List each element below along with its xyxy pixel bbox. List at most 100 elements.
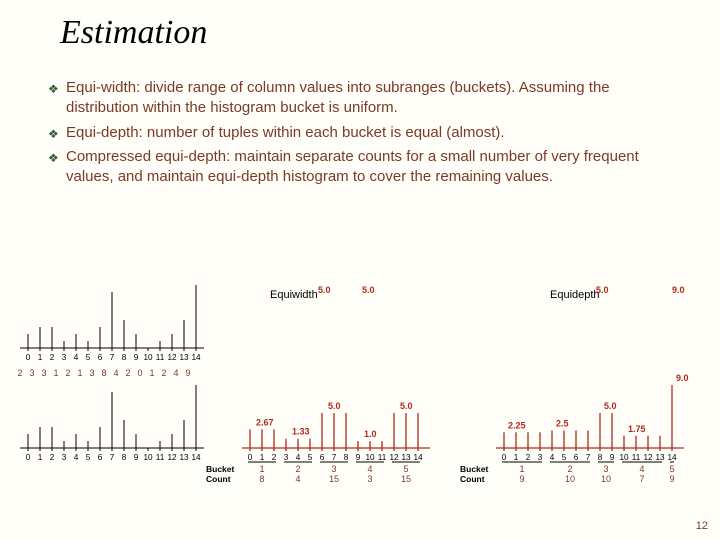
svg-text:12: 12 bbox=[643, 453, 653, 462]
svg-text:5: 5 bbox=[86, 353, 91, 362]
svg-text:5.0: 5.0 bbox=[318, 285, 331, 295]
svg-text:2: 2 bbox=[567, 464, 572, 474]
svg-text:7: 7 bbox=[332, 453, 337, 462]
svg-text:0: 0 bbox=[502, 453, 507, 462]
svg-text:8: 8 bbox=[259, 474, 264, 484]
svg-text:7: 7 bbox=[586, 453, 591, 462]
svg-text:5: 5 bbox=[403, 464, 408, 474]
svg-text:9: 9 bbox=[669, 474, 674, 484]
svg-text:5.0: 5.0 bbox=[362, 285, 375, 295]
bullet-icon: ❖ bbox=[48, 150, 66, 166]
svg-text:11: 11 bbox=[378, 453, 387, 462]
svg-text:11: 11 bbox=[156, 453, 165, 462]
page-title: Estimation bbox=[60, 14, 207, 52]
svg-text:4: 4 bbox=[296, 453, 301, 462]
svg-text:8: 8 bbox=[122, 453, 127, 462]
svg-text:6: 6 bbox=[320, 453, 325, 462]
svg-text:Count: Count bbox=[206, 474, 231, 484]
bullet-item: ❖ Compressed equi-depth: maintain separa… bbox=[48, 147, 668, 188]
svg-text:2.67: 2.67 bbox=[256, 417, 274, 427]
bullet-item: ❖ Equi-width: divide range of column val… bbox=[48, 78, 668, 119]
svg-text:1.33: 1.33 bbox=[292, 427, 310, 437]
svg-text:Equiwidth: Equiwidth bbox=[270, 289, 318, 301]
svg-text:2: 2 bbox=[50, 353, 55, 362]
body-text: ❖ Equi-width: divide range of column val… bbox=[48, 78, 668, 191]
page-number: 12 bbox=[696, 520, 708, 532]
svg-text:8: 8 bbox=[101, 368, 106, 378]
svg-text:2: 2 bbox=[161, 368, 166, 378]
svg-text:10: 10 bbox=[143, 353, 153, 362]
svg-text:3: 3 bbox=[603, 464, 608, 474]
svg-text:9.0: 9.0 bbox=[672, 285, 685, 295]
svg-text:1.0: 1.0 bbox=[364, 429, 377, 439]
svg-text:5.0: 5.0 bbox=[328, 401, 341, 411]
bullet-text: Equi-depth: number of tuples within each… bbox=[66, 123, 668, 143]
svg-text:1: 1 bbox=[53, 368, 58, 378]
svg-text:12: 12 bbox=[389, 453, 399, 462]
svg-text:9: 9 bbox=[185, 368, 190, 378]
svg-text:12: 12 bbox=[167, 453, 177, 462]
svg-text:2: 2 bbox=[50, 453, 55, 462]
svg-text:4: 4 bbox=[639, 464, 644, 474]
svg-text:13: 13 bbox=[179, 353, 189, 362]
svg-text:11: 11 bbox=[156, 353, 165, 362]
svg-text:Bucket: Bucket bbox=[460, 464, 489, 474]
svg-text:0: 0 bbox=[137, 368, 142, 378]
svg-text:9: 9 bbox=[134, 353, 139, 362]
svg-text:14: 14 bbox=[191, 453, 201, 462]
svg-text:8: 8 bbox=[598, 453, 603, 462]
svg-text:3: 3 bbox=[331, 464, 336, 474]
svg-text:2: 2 bbox=[125, 368, 130, 378]
svg-text:4: 4 bbox=[550, 453, 555, 462]
svg-text:7: 7 bbox=[639, 474, 644, 484]
svg-text:8: 8 bbox=[122, 353, 127, 362]
svg-text:3: 3 bbox=[62, 353, 67, 362]
svg-text:9: 9 bbox=[610, 453, 615, 462]
svg-text:13: 13 bbox=[401, 453, 411, 462]
svg-text:0: 0 bbox=[26, 453, 31, 462]
svg-text:Count: Count bbox=[460, 474, 485, 484]
bullet-icon: ❖ bbox=[48, 81, 66, 97]
svg-text:9: 9 bbox=[356, 453, 361, 462]
svg-text:12: 12 bbox=[167, 353, 177, 362]
svg-text:6: 6 bbox=[574, 453, 579, 462]
chart-svg: 01234567891011121314 EquiwidthEquidepth2… bbox=[0, 248, 720, 528]
svg-text:0: 0 bbox=[248, 453, 253, 462]
svg-text:5: 5 bbox=[308, 453, 313, 462]
bullet-item: ❖ Equi-depth: number of tuples within ea… bbox=[48, 123, 668, 143]
svg-text:2: 2 bbox=[17, 368, 22, 378]
svg-text:7: 7 bbox=[110, 453, 115, 462]
svg-text:10: 10 bbox=[601, 474, 611, 484]
svg-text:8: 8 bbox=[344, 453, 349, 462]
svg-text:5.0: 5.0 bbox=[596, 285, 609, 295]
svg-text:0: 0 bbox=[26, 353, 31, 362]
svg-text:3: 3 bbox=[29, 368, 34, 378]
svg-text:10: 10 bbox=[143, 453, 153, 462]
svg-text:3: 3 bbox=[284, 453, 289, 462]
svg-text:4: 4 bbox=[113, 368, 118, 378]
bullet-icon: ❖ bbox=[48, 126, 66, 142]
svg-text:1: 1 bbox=[259, 464, 264, 474]
bullet-text: Equi-width: divide range of column value… bbox=[66, 78, 668, 119]
svg-text:15: 15 bbox=[401, 474, 411, 484]
svg-text:3: 3 bbox=[62, 453, 67, 462]
svg-text:1: 1 bbox=[38, 353, 43, 362]
svg-text:4: 4 bbox=[295, 474, 300, 484]
svg-text:14: 14 bbox=[667, 453, 677, 462]
svg-text:13: 13 bbox=[179, 453, 189, 462]
svg-text:2: 2 bbox=[526, 453, 531, 462]
svg-text:10: 10 bbox=[619, 453, 629, 462]
svg-text:9: 9 bbox=[519, 474, 524, 484]
svg-text:2.25: 2.25 bbox=[508, 420, 526, 430]
svg-text:4: 4 bbox=[74, 353, 79, 362]
svg-text:1: 1 bbox=[260, 453, 265, 462]
svg-text:5: 5 bbox=[562, 453, 567, 462]
svg-text:4: 4 bbox=[173, 368, 178, 378]
svg-text:2: 2 bbox=[65, 368, 70, 378]
svg-text:10: 10 bbox=[565, 474, 575, 484]
svg-text:14: 14 bbox=[191, 353, 201, 362]
svg-text:3: 3 bbox=[367, 474, 372, 484]
svg-text:1: 1 bbox=[149, 368, 154, 378]
svg-text:9: 9 bbox=[134, 453, 139, 462]
svg-text:5.0: 5.0 bbox=[400, 401, 413, 411]
